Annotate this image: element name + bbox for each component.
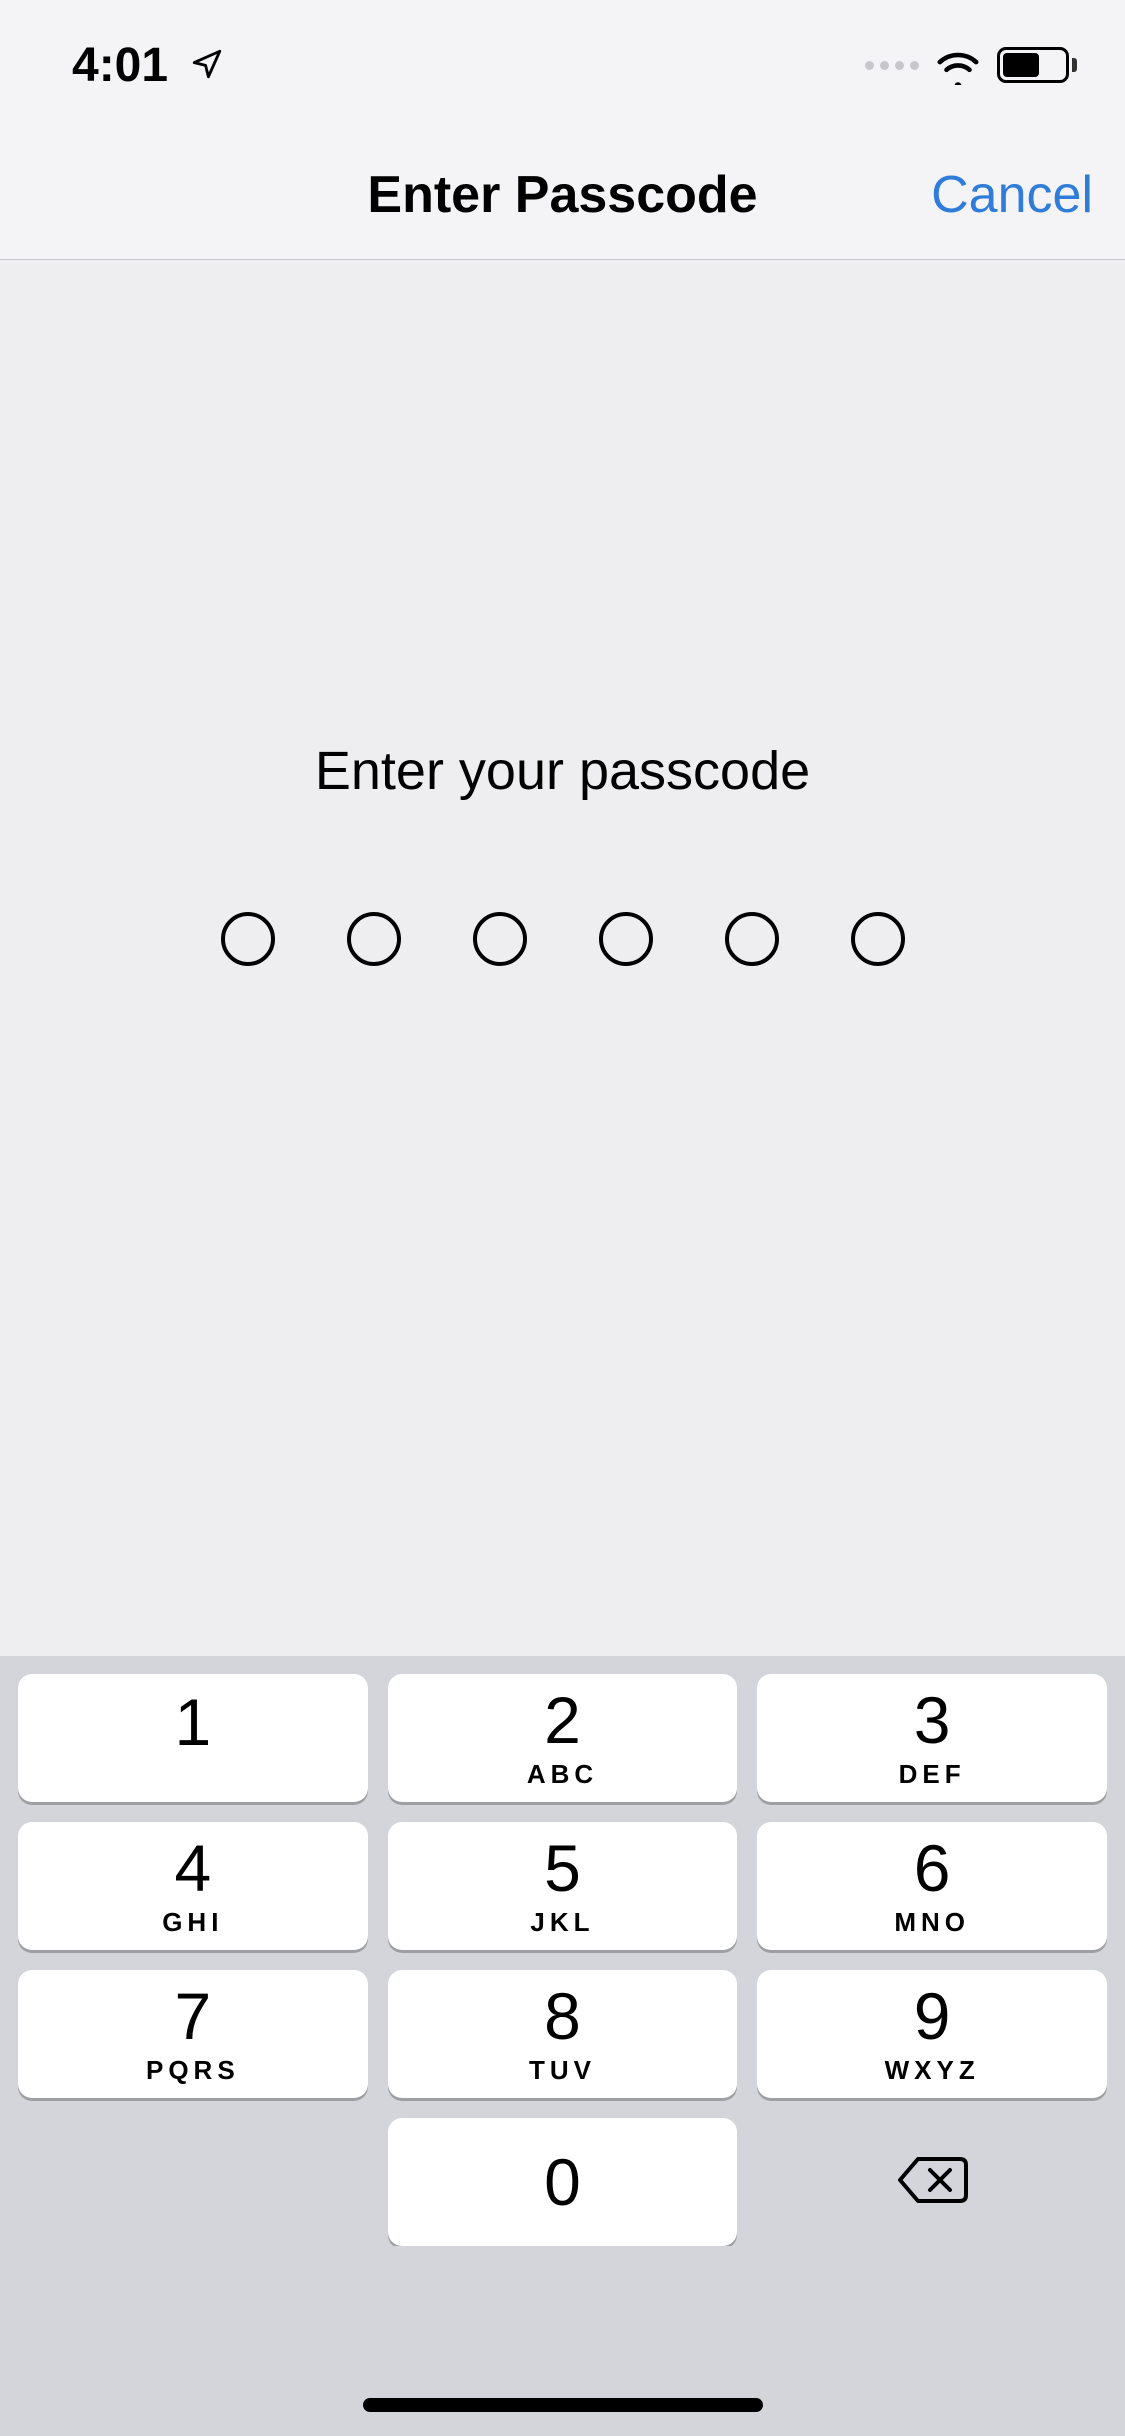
key-digit: 3 <box>914 1687 951 1753</box>
status-time: 4:01 <box>72 38 168 93</box>
key-4[interactable]: 4 GHI <box>18 1822 368 1950</box>
cancel-button[interactable]: Cancel <box>931 165 1093 225</box>
passcode-prompt: Enter your passcode <box>315 740 810 802</box>
key-letters: JKL <box>530 1907 594 1938</box>
passcode-dot <box>851 912 905 966</box>
keypad: 1 2 ABC 3 DEF 4 GHI 5 JKL 6 MNO 7 PQRS 8 <box>0 1656 1125 2246</box>
key-digit: 6 <box>914 1835 951 1901</box>
status-left: 4:01 <box>72 38 224 93</box>
signal-dots-icon <box>865 61 919 70</box>
key-5[interactable]: 5 JKL <box>388 1822 738 1950</box>
key-digit: 1 <box>174 1689 211 1755</box>
passcode-dot <box>473 912 527 966</box>
key-2[interactable]: 2 ABC <box>388 1674 738 1802</box>
backspace-icon <box>896 2155 968 2210</box>
key-blank <box>18 2118 368 2246</box>
key-digit: 7 <box>174 1983 211 2049</box>
status-bar: 4:01 <box>0 0 1125 130</box>
passcode-dot <box>221 912 275 966</box>
wifi-icon <box>935 45 981 85</box>
key-digit: 4 <box>174 1835 211 1901</box>
passcode-dot <box>599 912 653 966</box>
nav-bar: Enter Passcode Cancel <box>0 130 1125 260</box>
key-digit: 2 <box>544 1687 581 1753</box>
key-digit: 8 <box>544 1983 581 2049</box>
key-6[interactable]: 6 MNO <box>757 1822 1107 1950</box>
home-indicator-zone <box>0 2246 1125 2436</box>
key-digit: 9 <box>914 1983 951 2049</box>
battery-icon <box>997 47 1077 83</box>
passcode-dot <box>725 912 779 966</box>
key-letters: TUV <box>529 2055 596 2086</box>
key-3[interactable]: 3 DEF <box>757 1674 1107 1802</box>
status-right <box>865 45 1077 85</box>
key-letters: WXYZ <box>885 2055 980 2086</box>
key-letters: PQRS <box>146 2055 240 2086</box>
backspace-button[interactable] <box>757 2118 1107 2246</box>
key-letters: ABC <box>527 1759 598 1790</box>
passcode-dot <box>347 912 401 966</box>
content-area: Enter your passcode <box>0 260 1125 1656</box>
key-9[interactable]: 9 WXYZ <box>757 1970 1107 2098</box>
home-indicator[interactable] <box>363 2398 763 2412</box>
key-digit: 0 <box>544 2149 581 2215</box>
location-arrow-icon <box>190 38 224 93</box>
key-letters: GHI <box>162 1907 223 1938</box>
key-7[interactable]: 7 PQRS <box>18 1970 368 2098</box>
key-1[interactable]: 1 <box>18 1674 368 1802</box>
key-8[interactable]: 8 TUV <box>388 1970 738 2098</box>
key-letters: DEF <box>899 1759 966 1790</box>
key-digit: 5 <box>544 1835 581 1901</box>
page-title: Enter Passcode <box>367 165 757 225</box>
key-letters: MNO <box>894 1907 970 1938</box>
passcode-dots <box>221 912 905 966</box>
key-0[interactable]: 0 <box>388 2118 738 2246</box>
